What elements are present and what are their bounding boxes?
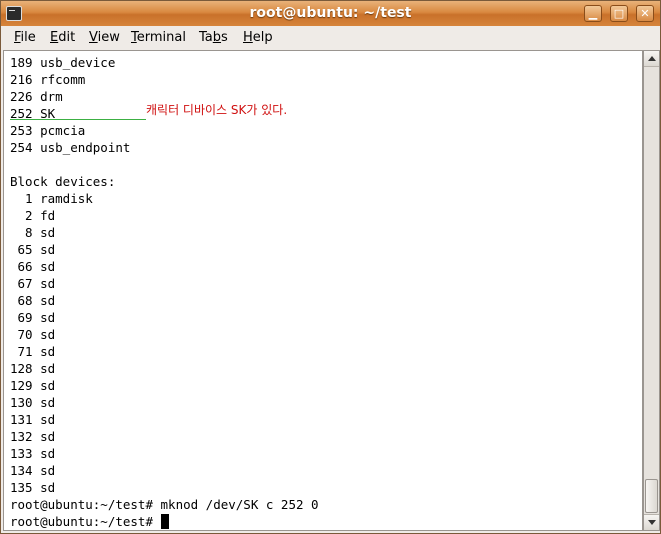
menu-help-label-rest: elp xyxy=(252,30,273,45)
menu-file[interactable]: File xyxy=(14,30,36,45)
menu-tabs-mnemonic: b xyxy=(212,30,222,45)
menu-bar: File Edit View Terminal Tabs Help xyxy=(1,27,660,49)
terminal-prompt-line[interactable]: root@ubuntu:~/test# xyxy=(10,513,319,530)
terminal-line: 71 sd xyxy=(10,344,56,359)
menu-edit[interactable]: Edit xyxy=(50,30,75,45)
menu-tabs-label-pre: Ta xyxy=(199,30,213,45)
terminal-line: 69 sd xyxy=(10,310,56,325)
terminal-command-line: root@ubuntu:~/test# mknod /dev/SK c 252 … xyxy=(10,497,319,512)
terminal-line: 132 sd xyxy=(10,429,56,444)
menu-terminal-label-rest: erminal xyxy=(136,30,186,45)
terminal-line: ​ xyxy=(10,156,319,173)
terminal-window: root@ubuntu: ~/test ▁ □ ✕ File Edit View… xyxy=(0,0,661,534)
title-bar[interactable]: root@ubuntu: ~/test ▁ □ ✕ xyxy=(1,1,660,26)
terminal-line: 254 usb_endpoint xyxy=(10,140,131,155)
terminal-line: 65 sd xyxy=(10,242,56,257)
menu-edit-label-rest: dit xyxy=(58,30,76,45)
terminal-line: 130 sd xyxy=(10,395,56,410)
terminal-line: 134 sd xyxy=(10,463,56,478)
menu-terminal[interactable]: Terminal xyxy=(131,30,186,45)
terminal-output-area[interactable]: 189 usb_device 216 rfcomm 226 drm 252 SK 253… xyxy=(3,50,643,531)
terminal-line: 216 rfcomm xyxy=(10,72,86,87)
menu-file-label-rest: ile xyxy=(20,30,36,45)
window-title: root@ubuntu: ~/test xyxy=(249,5,412,21)
scroll-up-button[interactable] xyxy=(644,51,659,67)
terminal-line: 189 usb_device xyxy=(10,55,116,70)
scrollbar-thumb[interactable] xyxy=(645,479,658,513)
terminal-text: 189 usb_device 216 rfcomm 226 drm 252 SK 253… xyxy=(10,54,319,530)
annotation-note: 캐릭터 디바이스 SK가 있다. xyxy=(146,103,288,117)
menu-view[interactable]: View xyxy=(89,30,120,45)
menu-help-mnemonic: H xyxy=(243,30,253,45)
menu-view-mnemonic: V xyxy=(89,30,98,45)
menu-tabs-label-rest: s xyxy=(221,30,228,45)
terminal-line: 253 pcmcia xyxy=(10,123,86,138)
minimize-button[interactable]: ▁ xyxy=(584,5,602,22)
terminal-line: 2 fd xyxy=(10,208,56,223)
vertical-scrollbar[interactable] xyxy=(643,50,660,531)
terminal-line: 135 sd xyxy=(10,480,56,495)
menu-help[interactable]: Help xyxy=(243,30,273,45)
text-cursor xyxy=(160,514,169,529)
terminal-line: 1 ramdisk xyxy=(10,191,93,206)
arrow-down-icon xyxy=(648,520,656,525)
menu-tabs[interactable]: Tabs xyxy=(199,30,228,45)
terminal-line: 68 sd xyxy=(10,293,56,308)
terminal-line: 133 sd xyxy=(10,446,56,461)
maximize-button[interactable]: □ xyxy=(610,5,628,22)
terminal-line: 66 sd xyxy=(10,259,56,274)
close-button[interactable]: ✕ xyxy=(636,5,654,22)
scroll-down-button[interactable] xyxy=(644,514,659,530)
terminal-line: 129 sd xyxy=(10,378,56,393)
terminal-line: 67 sd xyxy=(10,276,56,291)
terminal-line: 70 sd xyxy=(10,327,56,342)
menu-view-label-rest: iew xyxy=(97,30,120,45)
shell-prompt: root@ubuntu:~/test# xyxy=(10,514,161,529)
menu-edit-mnemonic: E xyxy=(50,30,59,45)
terminal-line-heading: Block devices: xyxy=(10,174,116,189)
annotation-underline xyxy=(10,119,146,120)
terminal-line: 131 sd xyxy=(10,412,56,427)
terminal-line: 128 sd xyxy=(10,361,56,376)
terminal-line: 8 sd xyxy=(10,225,56,240)
arrow-up-icon xyxy=(648,56,656,61)
